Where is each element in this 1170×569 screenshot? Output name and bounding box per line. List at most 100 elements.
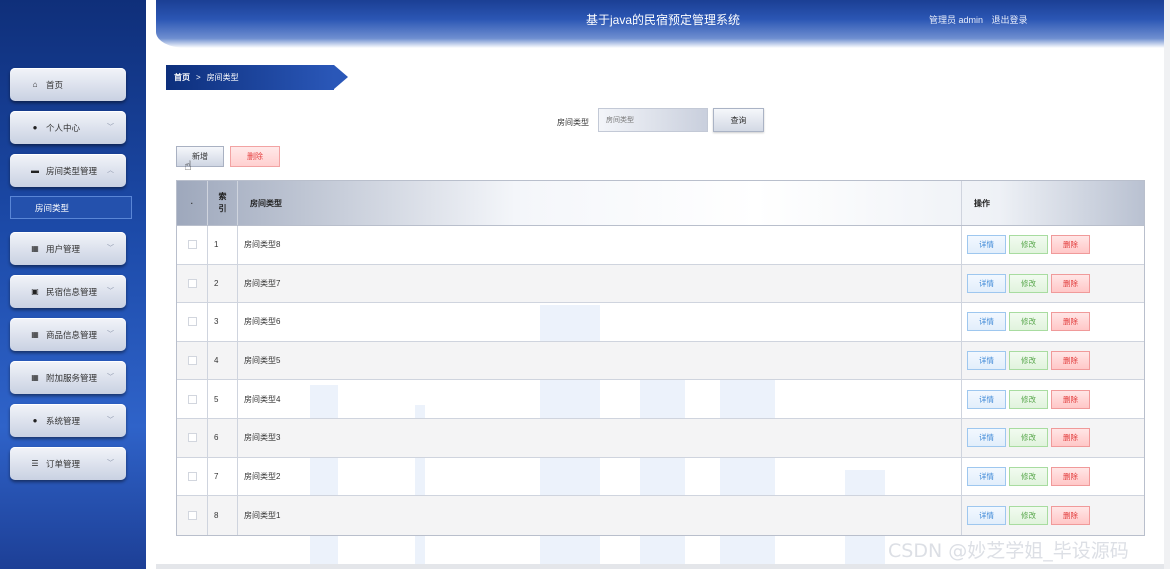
detail-button[interactable]: 详情 [967, 389, 1006, 409]
delete-button[interactable]: 删除 [1051, 505, 1090, 525]
row-checkbox[interactable] [187, 394, 197, 404]
menu-home[interactable]: ⌂ 首页 [10, 68, 126, 101]
search-label: 房间类型 [557, 118, 589, 127]
row-name: 房间类型2 [238, 457, 962, 496]
table-row: 5 房间类型4 详情 修改 删除 [177, 380, 1144, 419]
delete-button[interactable]: 删除 [1051, 428, 1090, 448]
table-row: 1 房间类型8 详情 修改 删除 [177, 226, 1144, 265]
row-index: 2 [208, 264, 238, 303]
hotel-icon: ▬ [31, 166, 39, 175]
edit-button[interactable]: 修改 [1009, 273, 1048, 293]
detail-button[interactable]: 详情 [967, 273, 1006, 293]
chevron-up-icon: ︿ [107, 167, 114, 174]
header-user-area: 管理员 admin 退出登录 [929, 13, 1034, 26]
delete-button[interactable]: 删除 [1051, 351, 1090, 371]
breadcrumb-home[interactable]: 首页 [174, 72, 190, 83]
data-table: · 索引 房间类型 操作 1 房间类型8 详情 修改 删除 2 房间类型7 详情… [176, 180, 1145, 536]
edit-button[interactable]: 修改 [1009, 505, 1048, 525]
table-row: 8 房间类型1 详情 修改 删除 [177, 496, 1144, 535]
edit-button[interactable]: 修改 [1009, 351, 1048, 371]
detail-button[interactable]: 详情 [967, 312, 1006, 332]
horizontal-scrollbar[interactable] [156, 564, 1164, 569]
row-index: 8 [208, 496, 238, 535]
table-header: · 索引 房间类型 操作 [177, 181, 1144, 226]
row-checkbox[interactable] [187, 433, 197, 443]
breadcrumb-arrow [334, 65, 348, 89]
table-row: 4 房间类型5 详情 修改 删除 [177, 341, 1144, 381]
menu-profile[interactable]: ● 个人中心 ﹀ [10, 111, 126, 144]
edit-button[interactable]: 修改 [1009, 389, 1048, 409]
vertical-scrollbar[interactable] [1164, 0, 1170, 569]
column-header-index: 索引 [208, 181, 238, 225]
menu-users[interactable]: ▦ 用户管理 ﹀ [10, 232, 126, 265]
table-row: 3 房间类型6 详情 修改 删除 [177, 303, 1144, 342]
delete-button[interactable]: 删除 [1051, 273, 1090, 293]
row-index: 3 [208, 303, 238, 341]
edit-button[interactable]: 修改 [1009, 235, 1048, 255]
row-name: 房间类型4 [238, 380, 962, 418]
menu-system[interactable]: ● 系统管理 ﹀ [10, 404, 126, 437]
edit-button[interactable]: 修改 [1009, 312, 1048, 332]
submenu-label: 房间类型 [35, 202, 70, 213]
row-checkbox[interactable] [187, 471, 197, 481]
detail-button[interactable]: 详情 [967, 235, 1006, 255]
chevron-down-icon: ﹀ [107, 245, 114, 252]
menu-goods[interactable]: ▦ 商品信息管理 ﹀ [10, 318, 126, 351]
menu-label: 个人中心 [46, 122, 81, 133]
grid-icon: ▦ [31, 330, 39, 339]
breadcrumb-current: 房间类型 [206, 73, 239, 82]
select-all-checkbox[interactable]: · [177, 181, 208, 225]
row-name: 房间类型1 [238, 496, 962, 535]
row-index: 7 [208, 457, 238, 496]
row-name: 房间类型7 [238, 264, 962, 303]
home-icon: ⌂ [32, 80, 38, 89]
search-button[interactable]: 查询 [713, 108, 764, 132]
table-row: 2 房间类型7 详情 修改 删除 [177, 264, 1144, 304]
edit-button[interactable]: 修改 [1009, 428, 1048, 448]
delete-button[interactable]: 删除 [1051, 389, 1090, 409]
grid-icon: ▦ [31, 373, 39, 382]
chevron-down-icon: ﹀ [107, 124, 114, 131]
menu-homestay[interactable]: ▣ 民宿信息管理 ﹀ [10, 275, 126, 308]
detail-button[interactable]: 详情 [967, 505, 1006, 525]
list-icon: ☰ [31, 459, 39, 468]
menu-room-type[interactable]: ▬ 房间类型管理 ︿ [10, 154, 126, 187]
row-checkbox[interactable] [187, 240, 197, 250]
delete-button[interactable]: 删除 [1051, 312, 1090, 332]
sidebar: ⌂ 首页 ● 个人中心 ﹀ ▬ 房间类型管理 ︿ 房间类型 ▦ 用户管理 ﹀ ▣… [0, 0, 146, 569]
submenu-room-type[interactable]: 房间类型 [10, 196, 132, 219]
table-row: 7 房间类型2 详情 修改 删除 [177, 457, 1144, 497]
breadcrumb: 首页 > 房间类型 [166, 65, 350, 90]
row-index: 1 [208, 226, 238, 264]
menu-label: 首页 [46, 79, 64, 90]
batch-delete-button[interactable]: 删除 [230, 146, 280, 167]
menu-services[interactable]: ▦ 附加服务管理 ﹀ [10, 361, 126, 394]
breadcrumb-separator: > [196, 73, 201, 82]
logout-link[interactable]: 退出登录 [992, 15, 1028, 25]
delete-button[interactable]: 删除 [1051, 235, 1090, 255]
menu-label: 用户管理 [46, 243, 81, 254]
index-header-text: 索引 [218, 192, 227, 213]
row-name: 房间类型3 [238, 418, 962, 457]
admin-label: 管理员 admin [929, 15, 984, 25]
row-checkbox[interactable] [187, 356, 197, 366]
menu-label: 订单管理 [46, 458, 81, 469]
search-input[interactable] [598, 108, 708, 132]
user-icon: ● [32, 123, 38, 132]
delete-button[interactable]: 删除 [1051, 466, 1090, 486]
detail-button[interactable]: 详情 [967, 428, 1006, 448]
row-index: 6 [208, 418, 238, 457]
menu-label: 房间类型管理 [46, 165, 98, 176]
building-icon: ▣ [31, 287, 39, 296]
row-checkbox[interactable] [187, 278, 197, 288]
row-name: 房间类型6 [238, 303, 962, 341]
detail-button[interactable]: 详情 [967, 466, 1006, 486]
chevron-down-icon: ﹀ [107, 331, 114, 338]
top-header: 基于java的民宿预定管理系统 管理员 admin 退出登录 [156, 0, 1170, 48]
detail-button[interactable]: 详情 [967, 351, 1006, 371]
menu-orders[interactable]: ☰ 订单管理 ﹀ [10, 447, 126, 480]
row-checkbox[interactable] [187, 317, 197, 327]
row-checkbox[interactable] [187, 510, 197, 520]
watermark: CSDN @妙芝学姐_毕设源码 [888, 540, 1129, 562]
edit-button[interactable]: 修改 [1009, 466, 1048, 486]
